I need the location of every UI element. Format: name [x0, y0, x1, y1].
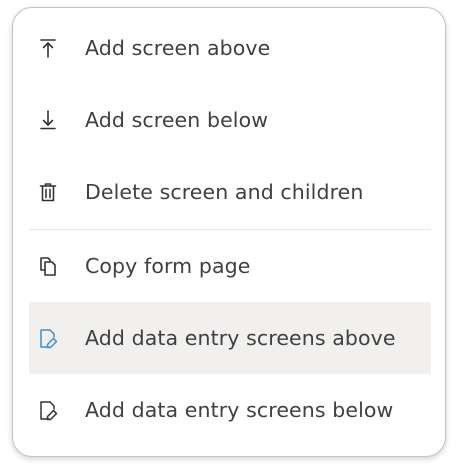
edit-document-icon: [37, 327, 59, 349]
menu-item-delete-screen[interactable]: Delete screen and children: [29, 156, 431, 228]
menu-item-label: Add screen above: [85, 36, 271, 60]
menu-item-add-data-entry-above[interactable]: Add data entry screens above: [29, 302, 431, 374]
context-menu: Add screen above Add screen below Delete…: [12, 7, 446, 457]
menu-item-add-screen-above[interactable]: Add screen above: [29, 12, 431, 84]
menu-item-label: Add data entry screens below: [85, 398, 394, 422]
menu-item-label: Delete screen and children: [85, 180, 364, 204]
menu-item-label: Add data entry screens above: [85, 326, 396, 350]
copy-icon: [37, 255, 59, 277]
menu-item-copy-form-page[interactable]: Copy form page: [29, 230, 431, 302]
trash-icon: [37, 181, 59, 203]
arrow-down-to-line-icon: [37, 109, 59, 131]
edit-document-icon: [37, 399, 59, 421]
menu-item-label: Copy form page: [85, 254, 251, 278]
menu-item-add-data-entry-below[interactable]: Add data entry screens below: [29, 374, 431, 446]
menu-item-add-screen-below[interactable]: Add screen below: [29, 84, 431, 156]
arrow-up-to-line-icon: [37, 37, 59, 59]
menu-item-label: Add screen below: [85, 108, 269, 132]
